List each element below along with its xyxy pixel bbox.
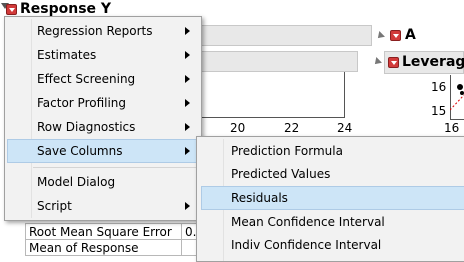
submenu-arrow-icon	[185, 99, 190, 107]
x-tick-label: 22	[284, 121, 300, 135]
collapse-triangle-icon[interactable]	[372, 57, 382, 67]
outline-bar	[200, 25, 372, 46]
menu-item-label: Estimates	[37, 48, 97, 62]
data-point	[460, 91, 464, 95]
leverage-plot-title: Leverage	[402, 54, 464, 70]
menu-item-label: Model Dialog	[37, 175, 116, 189]
menu-item-label: Indiv Confidence Interval	[231, 238, 382, 252]
red-triangle-menu-icon[interactable]	[6, 4, 17, 15]
menu-item-regression-reports[interactable]: Regression Reports	[7, 19, 199, 43]
data-point	[457, 84, 463, 90]
report-options-menu: Regression Reports Estimates Effect Scre…	[4, 16, 202, 221]
submenu-arrow-icon	[185, 51, 190, 59]
submenu-arrow-icon	[185, 75, 190, 83]
menu-item-script[interactable]: Script	[7, 194, 199, 218]
menu-item-label: Mean Confidence Interval	[231, 215, 385, 229]
menu-item-label: Predicted Values	[231, 167, 331, 181]
menu-item-save-columns[interactable]: Save Columns	[7, 139, 199, 163]
stats-row-label: Mean of Response	[25, 239, 182, 256]
x-tick-label: 16	[444, 121, 460, 135]
red-triangle-menu-icon[interactable]	[390, 30, 401, 41]
y-tick-label: 16	[431, 80, 447, 94]
menu-item-label: Script	[37, 199, 72, 213]
save-columns-submenu: Prediction Formula Predicted Values Resi…	[196, 136, 464, 262]
menu-item-predicted-values[interactable]: Predicted Values	[199, 162, 463, 186]
y-tick-label: 15	[431, 104, 447, 118]
section-title: A	[405, 27, 416, 43]
menu-item-label: Factor Profiling	[37, 96, 127, 110]
menu-item-residuals[interactable]: Residuals	[201, 186, 464, 210]
menu-item-prediction-formula[interactable]: Prediction Formula	[199, 139, 463, 163]
menu-item-row-diagnostics[interactable]: Row Diagnostics	[7, 115, 199, 139]
submenu-arrow-icon	[185, 202, 190, 210]
leverage-plot-marks	[450, 84, 464, 111]
collapse-triangle-icon[interactable]	[375, 31, 385, 41]
menu-item-estimates[interactable]: Estimates	[7, 43, 199, 67]
menu-item-label: Effect Screening	[37, 72, 136, 86]
submenu-arrow-icon	[185, 27, 190, 35]
menu-item-label: Prediction Formula	[231, 144, 343, 158]
menu-item-indiv-confidence-interval[interactable]: Indiv Confidence Interval	[199, 233, 463, 257]
menu-separator	[33, 167, 199, 168]
menu-item-label: Residuals	[231, 191, 288, 205]
menu-item-model-dialog[interactable]: Model Dialog	[7, 170, 199, 194]
outline-bar	[200, 51, 358, 72]
fit-line	[450, 94, 464, 111]
submenu-arrow-icon	[185, 123, 190, 131]
submenu-arrow-icon	[185, 147, 190, 155]
menu-item-label: Save Columns	[37, 144, 123, 158]
red-triangle-menu-icon[interactable]	[388, 57, 399, 68]
x-tick-label: 20	[230, 121, 246, 135]
stats-row-label: Root Mean Square Error	[25, 223, 182, 240]
menu-item-label: Row Diagnostics	[37, 120, 136, 134]
report-title: Response Y	[20, 1, 112, 17]
menu-item-mean-confidence-interval[interactable]: Mean Confidence Interval	[199, 210, 463, 234]
menu-item-effect-screening[interactable]: Effect Screening	[7, 67, 199, 91]
plot-frame	[199, 72, 345, 118]
x-tick-label: 24	[337, 121, 353, 135]
menu-item-factor-profiling[interactable]: Factor Profiling	[7, 91, 199, 115]
menu-item-label: Regression Reports	[37, 24, 153, 38]
